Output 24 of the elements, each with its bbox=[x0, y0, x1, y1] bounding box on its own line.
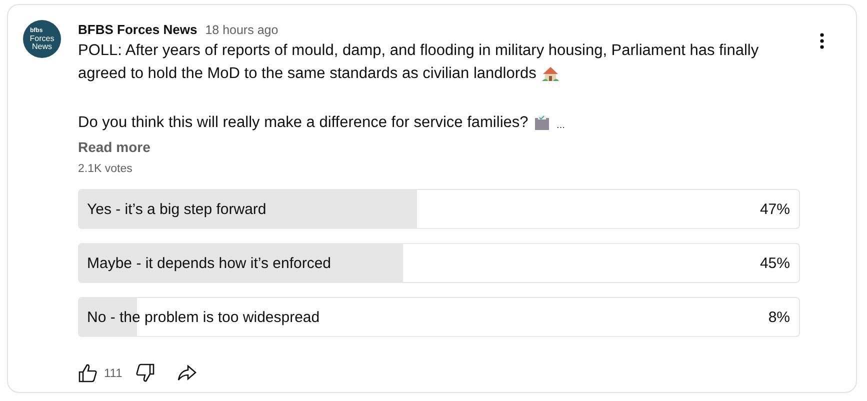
post-text: Do you think this will really make a difference for service families? bbox=[78, 113, 528, 133]
dislike-icon[interactable] bbox=[135, 363, 156, 383]
like-icon[interactable] bbox=[78, 363, 98, 383]
share-icon[interactable] bbox=[177, 363, 198, 383]
option-label: No - the problem is too widespread bbox=[87, 308, 320, 326]
option-percent: 45% bbox=[760, 254, 790, 272]
ballot-box-icon bbox=[534, 114, 550, 130]
post-time: 18 hours ago bbox=[205, 23, 278, 37]
post-text: agreed to hold the MoD to the same standards as civilian landlords bbox=[78, 64, 536, 84]
more-options-icon[interactable] bbox=[820, 33, 824, 49]
like-count: 111 bbox=[104, 366, 122, 380]
poll-option[interactable]: Maybe - it depends how it’s enforced 45% bbox=[78, 243, 800, 283]
read-more-link[interactable]: Read more bbox=[78, 137, 800, 157]
house-icon bbox=[542, 66, 560, 82]
channel-name[interactable]: BFBS Forces News bbox=[78, 22, 198, 37]
poll-option[interactable]: Yes - it’s a big step forward 47% bbox=[78, 189, 800, 229]
poll-option[interactable]: No - the problem is too widespread 8% bbox=[78, 297, 800, 337]
post-text: POLL: After years of reports of mould, damp, and flooding in military housing, Parliament has finally bbox=[78, 41, 759, 61]
option-label: Maybe - it depends how it’s enforced bbox=[87, 254, 332, 272]
option-label: Yes - it’s a big step forward bbox=[87, 200, 266, 218]
option-percent: 8% bbox=[768, 308, 790, 326]
ellipsis: … bbox=[556, 119, 566, 132]
vote-count: 2.1K votes bbox=[78, 163, 134, 175]
option-percent: 47% bbox=[760, 200, 790, 218]
